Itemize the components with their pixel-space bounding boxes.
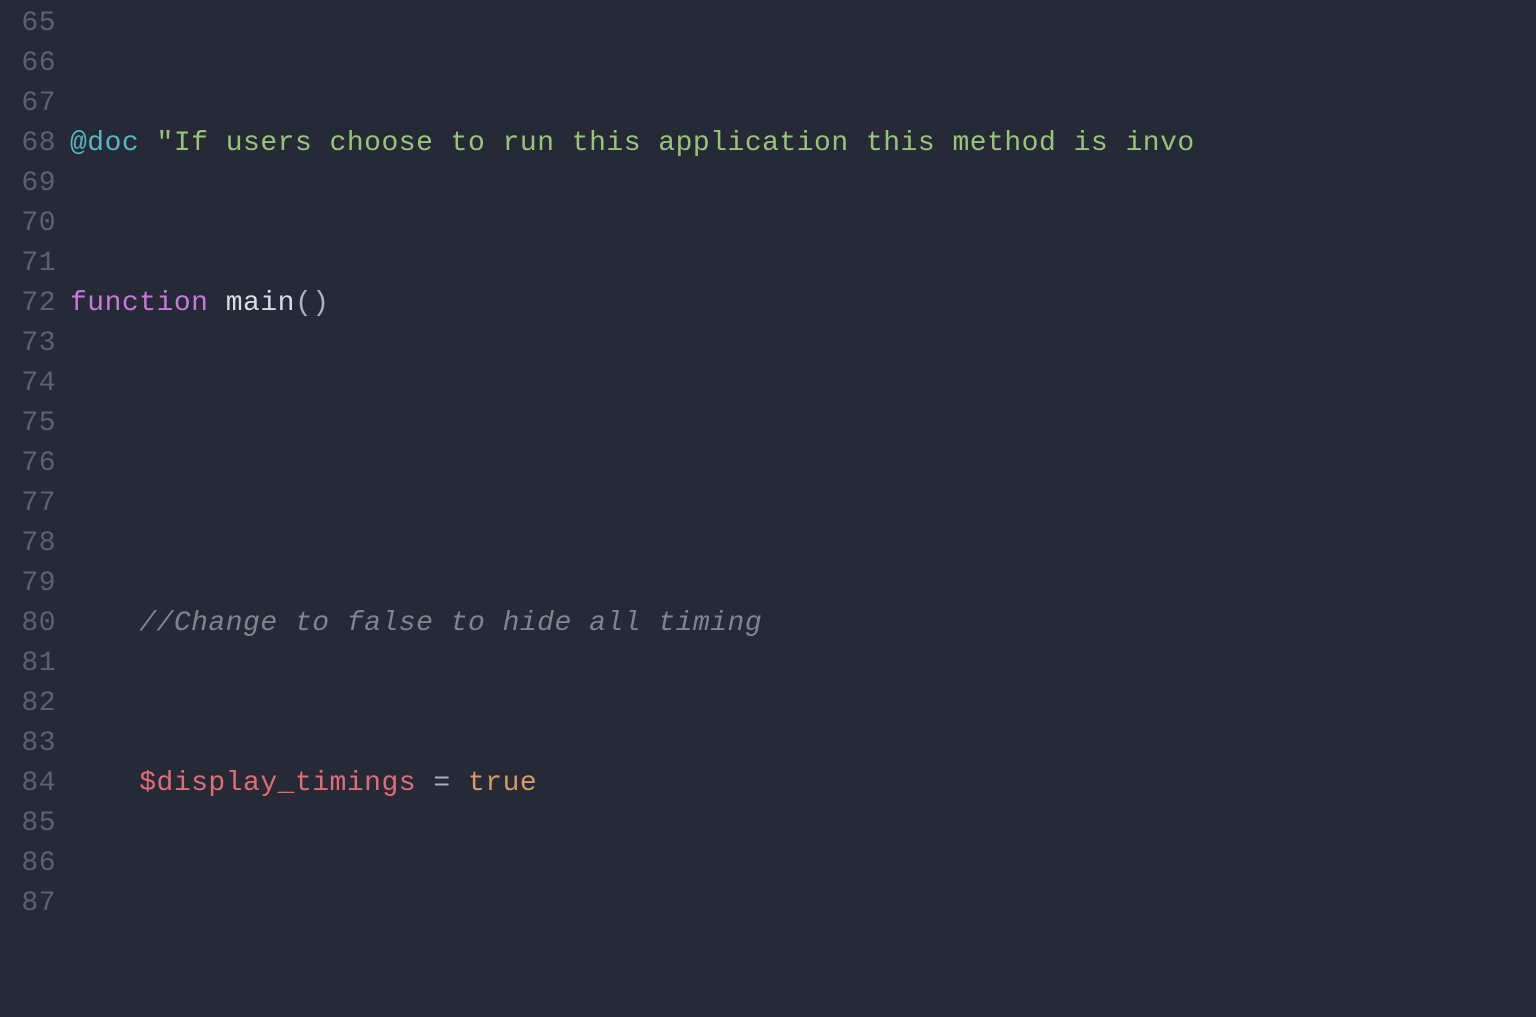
line-number-gutter: 6566676869707172737475767778798081828384… [0,0,70,1017]
line-number: 83 [0,724,56,764]
code-line[interactable] [70,924,1536,964]
line-number: 67 [0,84,56,124]
code-line[interactable] [70,444,1536,484]
line-number: 85 [0,804,56,844]
line-number: 68 [0,124,56,164]
code-line[interactable]: @doc "If users choose to run this applic… [70,124,1536,164]
line-number: 80 [0,604,56,644]
line-number: 74 [0,364,56,404]
function-name: main [226,288,295,319]
string-token: "If users choose to run this application… [157,128,1195,159]
code-editor[interactable]: 6566676869707172737475767778798081828384… [0,0,1536,1017]
boolean-token: true [468,768,537,799]
line-number: 69 [0,164,56,204]
line-number: 77 [0,484,56,524]
code-line[interactable]: //Change to false to hide all timing [70,604,1536,644]
line-number: 76 [0,444,56,484]
line-number: 72 [0,284,56,324]
line-number: 78 [0,524,56,564]
line-number: 84 [0,764,56,804]
line-number: 81 [0,644,56,684]
annotation-token: @doc [70,128,139,159]
line-number: 66 [0,44,56,84]
line-number: 86 [0,844,56,884]
variable-token: $display_timings [139,768,416,799]
line-number: 75 [0,404,56,444]
code-line[interactable]: $display_timings = true [70,764,1536,804]
line-number: 65 [0,4,56,44]
line-number: 82 [0,684,56,724]
keyword-function: function [70,288,208,319]
code-area[interactable]: @doc "If users choose to run this applic… [70,0,1536,1017]
line-number: 70 [0,204,56,244]
code-line[interactable]: function main() [70,284,1536,324]
comment-token: //Change to false to hide all timing [139,608,762,639]
line-number: 71 [0,244,56,284]
line-number: 73 [0,324,56,364]
line-number: 87 [0,884,56,924]
line-number: 79 [0,564,56,604]
